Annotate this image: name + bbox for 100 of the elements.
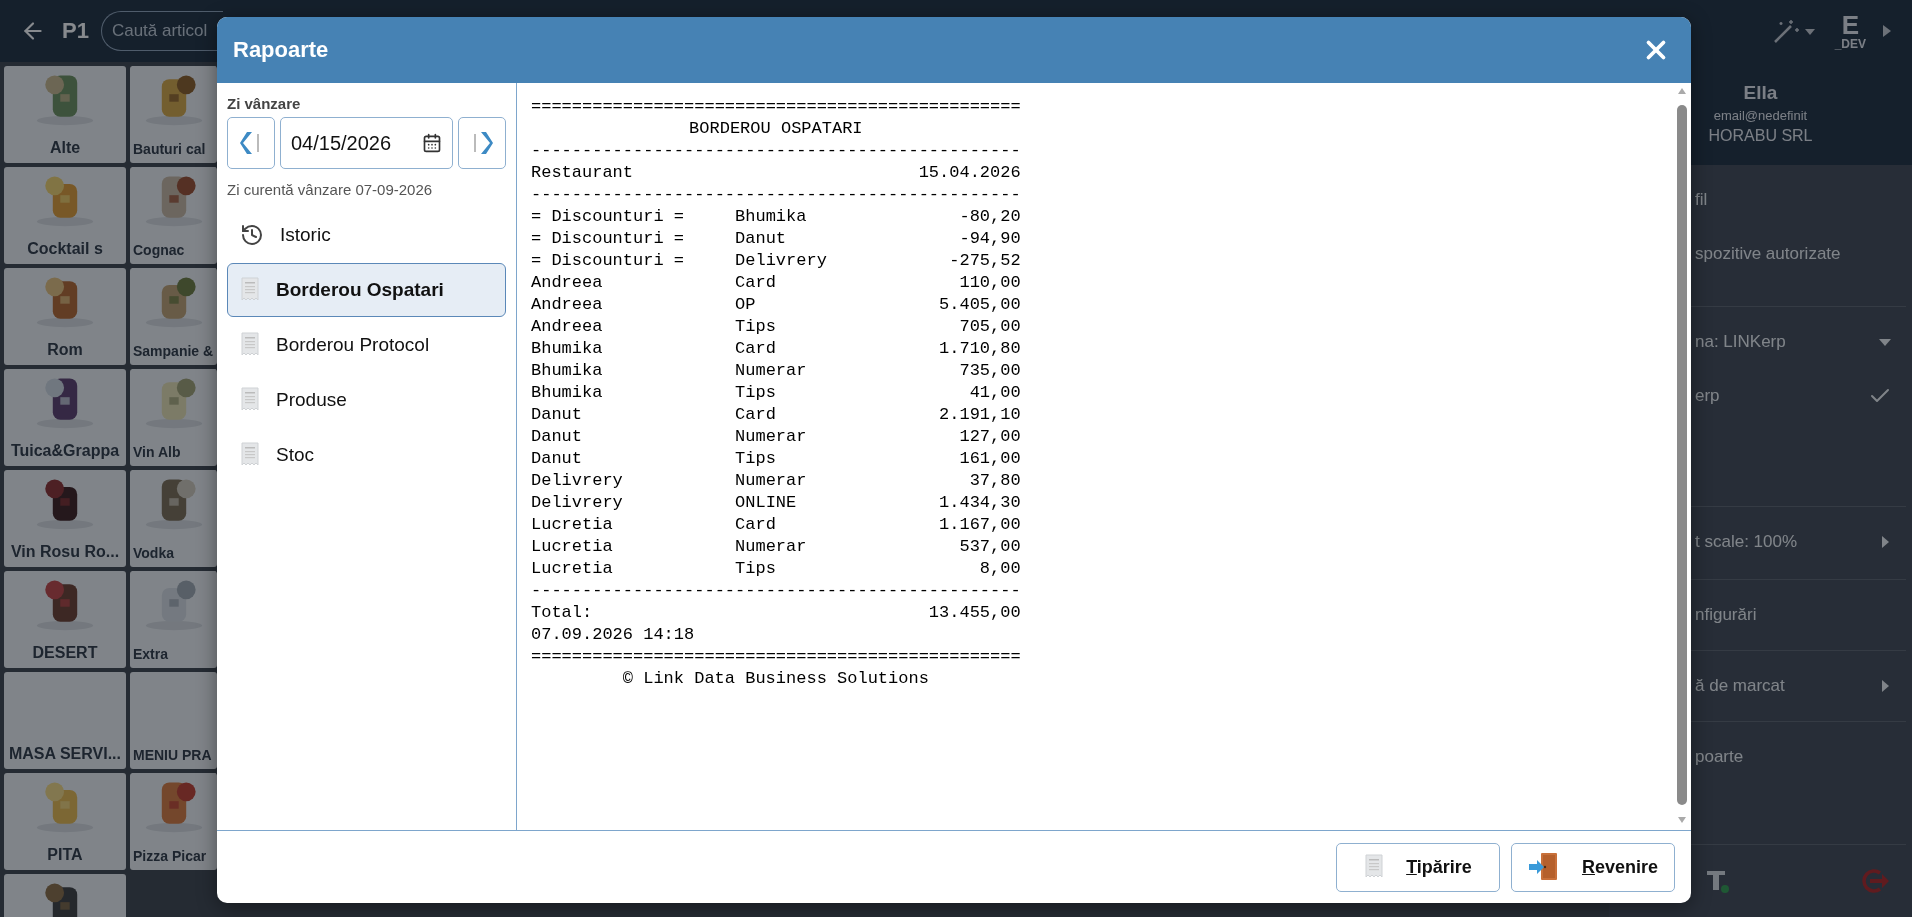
report-cell-text: 37,80	[968, 470, 1021, 492]
receipt-icon	[240, 332, 260, 358]
category-tile[interactable]: PITA	[4, 773, 126, 870]
report-cell: 5.405,00	[939, 294, 1021, 316]
env-tag: _DEV	[1834, 38, 1866, 50]
category-tile[interactable]: Vin Alb	[130, 369, 217, 466]
back-button[interactable]: Revenire	[1511, 842, 1675, 892]
report-cell-text: 735,00	[958, 360, 1021, 382]
report-cell-text: Numerar	[735, 426, 808, 448]
report-cell-text: Danut	[531, 426, 583, 448]
report-cell-text: Tips	[735, 316, 777, 338]
report-cell: 2.191,10	[939, 404, 1021, 426]
calendar-icon[interactable]	[422, 133, 442, 153]
menu-item[interactable]: erp	[1695, 386, 1868, 406]
category-tile[interactable]: Cognac	[130, 167, 217, 264]
print-button[interactable]: Tipărire	[1336, 842, 1500, 892]
report-cell-text: Andreea	[531, 272, 604, 294]
previous-icon	[240, 130, 262, 156]
separator-text: ================================================	[531, 646, 1021, 668]
table-label: P1	[62, 18, 89, 44]
door-icon	[1527, 852, 1560, 882]
report-cell-text: Lucretia	[531, 514, 614, 536]
report-cell-text: 705,00	[958, 316, 1021, 338]
report-cell-text: -80,20	[958, 206, 1021, 228]
category-tile[interactable]: Vodka	[130, 470, 217, 567]
receipt-icon	[240, 442, 260, 468]
menu-item[interactable]: ă de marcat	[1695, 676, 1878, 696]
category-tile[interactable]: Alte	[4, 66, 126, 163]
report-cell-text: Danut	[531, 404, 583, 426]
previous-day-button[interactable]	[227, 117, 275, 169]
report-cell-text: Card	[735, 514, 777, 536]
report-cell-text: Card	[735, 272, 777, 294]
user-name: Ella	[1743, 82, 1778, 104]
category-tile[interactable]: Cocktail s	[4, 167, 126, 264]
category-tile[interactable]: MENIU PRA	[130, 672, 217, 769]
company-name: HORABU SRL	[1708, 127, 1813, 145]
report-cell: 15.04.2026	[918, 162, 1021, 184]
table-icon[interactable]	[1705, 868, 1731, 894]
category-tile[interactable]: Pizza Picar	[130, 773, 217, 870]
menu-item[interactable]: spozitive autorizate	[1695, 244, 1892, 264]
category-tile[interactable]: Sampanie &	[130, 268, 217, 365]
date-field[interactable]: 04/15/2026	[280, 117, 453, 169]
report-cell-text: Numerar	[735, 536, 808, 558]
report-cell-text: Card	[735, 404, 777, 426]
report-cell-text: Numerar	[735, 360, 808, 382]
report-cell: 13.455,00	[928, 602, 1021, 624]
search-field[interactable]: Caută articol	[100, 11, 223, 51]
report-cell-text: Tips	[735, 558, 777, 580]
report-item[interactable]: Borderou Ospatari	[227, 263, 506, 317]
report-cell-text: Bhumika	[531, 360, 604, 382]
report-cell-text: Tips	[735, 382, 777, 404]
report-cell: 1.710,80	[939, 338, 1021, 360]
report-cell-text: = Discounturi =	[531, 206, 686, 228]
report-cell-text: Delivrery	[531, 470, 624, 492]
report-cell-text: 127,00	[958, 426, 1021, 448]
menu-item[interactable]: fil	[1695, 190, 1892, 210]
separator-text: ------------------------------------------------	[531, 140, 1021, 162]
receipt-icon	[240, 277, 260, 303]
next-icon	[471, 130, 493, 156]
arrow-icon[interactable]	[1882, 24, 1892, 38]
category-tile[interactable]: Extra	[130, 571, 217, 668]
separator-text: ================================================	[531, 96, 1021, 118]
report-cell-text: ONLINE	[735, 492, 798, 514]
report-item[interactable]: Stoc	[227, 428, 506, 482]
report-cell-text: 8,00	[978, 558, 1021, 580]
report-item[interactable]: Borderou Protocol	[227, 318, 506, 372]
report-cell-text: 110,00	[958, 272, 1021, 294]
category-tile[interactable]: Vin Rosu Ro...	[4, 470, 126, 567]
report-cell-text: -94,90	[958, 228, 1021, 250]
category-tile[interactable]: Tuica&Grappa	[4, 369, 126, 466]
report-cell-text: Delivrery	[735, 250, 828, 272]
category-tile[interactable]: Bauturi cal	[130, 66, 217, 163]
next-day-button[interactable]	[458, 117, 506, 169]
report-cell-text: Andreea	[531, 294, 604, 316]
user-email: email@nedefinit	[1713, 108, 1808, 123]
report-cell-text: Lucretia	[531, 536, 614, 558]
dialog-title: Rapoarte	[233, 37, 329, 63]
report-cell-text: Tips	[735, 448, 777, 470]
category-tile[interactable]: Rom	[4, 268, 126, 365]
report-cell-text: Andreea	[531, 316, 604, 338]
report-heading: © Link Data Business Solutions	[622, 669, 929, 688]
menu-item[interactable]: t scale: 100%	[1695, 532, 1878, 552]
menu-item[interactable]: nfigurări	[1695, 605, 1892, 625]
report-cell-text: Total:	[531, 602, 594, 624]
menu-item[interactable]: na: LINKerp	[1695, 332, 1878, 352]
category-tile[interactable]: MASA SERVI...	[4, 672, 126, 769]
report-item[interactable]: Produse	[227, 373, 506, 427]
report-cell-text: Numerar	[735, 470, 808, 492]
report-cell: 1.434,30	[939, 492, 1021, 514]
report-cell-text: OP	[735, 294, 757, 316]
report-heading: BORDEROU OSPATARI	[689, 119, 863, 138]
current-day-text: Zi curentă vânzare 07-09-2026	[227, 181, 434, 198]
category-tile[interactable]: DESERT	[4, 571, 126, 668]
report-cell-text: Card	[735, 338, 777, 360]
report-cell-text: Bhumika	[531, 338, 604, 360]
separator-text: ------------------------------------------------	[531, 580, 1021, 602]
receipt-icon	[240, 387, 260, 413]
report-item[interactable]: Istoric	[227, 208, 506, 262]
menu-item[interactable]: poarte	[1695, 747, 1892, 767]
report-cell: 1.167,00	[939, 514, 1021, 536]
